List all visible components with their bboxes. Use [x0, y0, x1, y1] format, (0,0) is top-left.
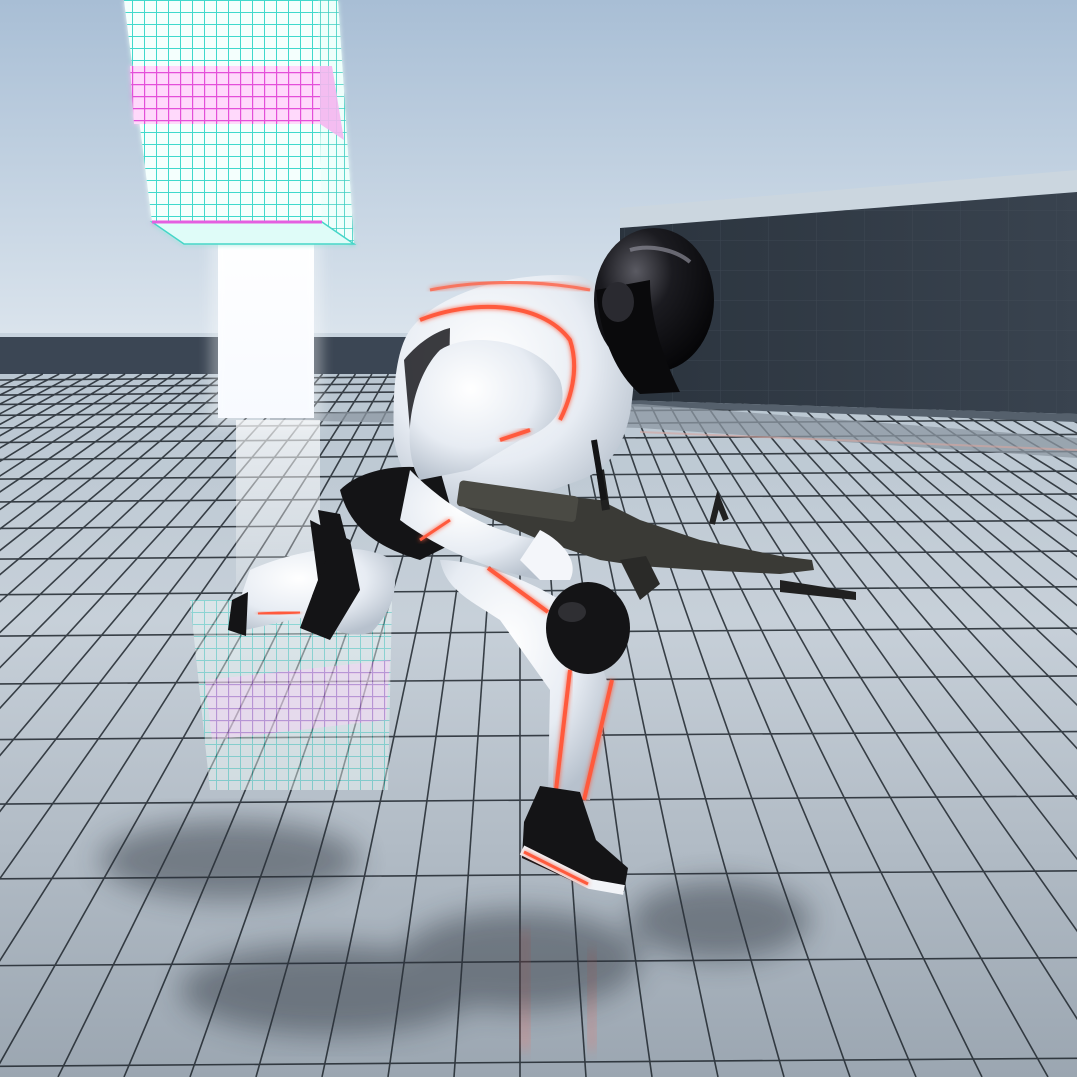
game-scene[interactable] — [0, 0, 1077, 1077]
neon-grid-cube — [124, 0, 357, 245]
knee-pad — [546, 582, 630, 674]
game-viewport[interactable] — [0, 0, 1077, 1077]
light-pillar — [210, 226, 322, 426]
